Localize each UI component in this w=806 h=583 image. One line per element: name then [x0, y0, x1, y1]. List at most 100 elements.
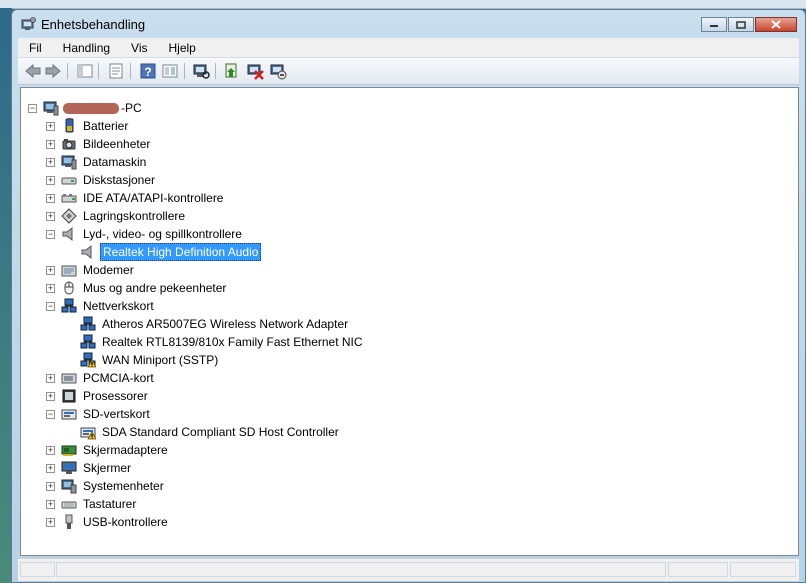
uninstall-device-icon[interactable] [269, 62, 287, 80]
tree-category[interactable]: SD-vertskort [61, 405, 152, 423]
tree-category-label: Mus og andre pekeenheter [83, 281, 227, 295]
tree-category[interactable]: Tastaturer [61, 495, 138, 513]
expand-toggle[interactable]: + [46, 392, 55, 401]
window-title: Enhetsbehandling [41, 17, 146, 32]
expand-toggle[interactable]: + [46, 122, 55, 131]
expand-toggle[interactable]: + [46, 158, 55, 167]
expand-toggle[interactable]: + [46, 500, 55, 509]
network-adapter-icon [80, 316, 96, 331]
status-cell [20, 562, 55, 577]
expand-toggle[interactable]: + [46, 446, 55, 455]
usb-icon [65, 514, 73, 529]
tree-category-label: Skjermadaptere [83, 443, 168, 457]
expand-toggle[interactable]: + [46, 212, 55, 221]
pcmcia-icon [61, 373, 77, 384]
status-bar [18, 558, 799, 581]
toolbar-separator [184, 63, 185, 79]
status-cell [56, 562, 666, 577]
maximize-button[interactable] [728, 17, 754, 32]
svg-text:?: ? [144, 65, 151, 79]
battery-icon [65, 118, 74, 133]
menu-help[interactable]: Hjelp [158, 41, 206, 55]
close-button[interactable] [755, 17, 797, 32]
minimize-icon [710, 24, 718, 27]
collapse-toggle[interactable]: − [46, 302, 55, 311]
minimize-button[interactable] [701, 17, 727, 32]
tree-category-label: Nettverkskort [83, 299, 154, 313]
tree-category[interactable]: Mus og andre pekeenheter [61, 279, 228, 297]
system-device-icon [61, 479, 77, 494]
scan-hardware-icon[interactable] [192, 62, 210, 80]
selected-device-label: Realtek High Definition Audio [100, 243, 262, 261]
expand-toggle[interactable]: + [46, 482, 55, 491]
tree-category-label: Batterier [83, 119, 129, 133]
display-adapter-icon [61, 445, 77, 456]
tree-category[interactable]: PCMCIA-kort [61, 369, 156, 387]
tree-device[interactable]: Realtek RTL8139/810x Family Fast Etherne… [80, 333, 365, 351]
toolbar: ? [18, 58, 799, 85]
expand-toggle[interactable]: + [46, 518, 55, 527]
tree-category[interactable]: Lyd-, video- og spillkontrollere [61, 225, 244, 243]
tree-device-label: Atheros AR5007EG Wireless Network Adapte… [102, 317, 349, 331]
tree-category-label: Systemenheter [83, 479, 164, 493]
tree-category[interactable]: USB-kontrollere [61, 513, 170, 531]
network-adapter-icon [61, 298, 77, 313]
status-cell [668, 562, 728, 577]
tree-device[interactable]: Realtek High Definition Audio [80, 243, 262, 261]
menu-action[interactable]: Handling [52, 41, 120, 55]
update-driver-icon[interactable] [223, 62, 241, 80]
tree-category[interactable]: Skjermadaptere [61, 441, 170, 459]
tree-device[interactable]: WAN Miniport (SSTP) [80, 351, 220, 369]
speaker-icon [62, 226, 73, 242]
menu-view[interactable]: Vis [120, 41, 157, 55]
expand-toggle[interactable]: + [46, 176, 55, 185]
collapse-toggle[interactable]: − [28, 104, 37, 113]
tree-category[interactable]: Nettverkskort [61, 297, 156, 315]
menu-bar: Fil Handling Vis Hjelp [18, 38, 799, 58]
expand-toggle[interactable]: + [46, 284, 55, 293]
close-icon [771, 20, 781, 29]
device-manager-icon [21, 17, 36, 30]
tree-category[interactable]: Modemer [61, 261, 136, 279]
tree-device[interactable]: SDA Standard Compliant SD Host Controlle… [80, 423, 341, 441]
tree-category[interactable]: Diskstasjoner [61, 171, 157, 189]
expand-toggle[interactable]: + [46, 140, 55, 149]
toolbar-separator [130, 63, 131, 79]
expand-toggle[interactable]: + [46, 374, 55, 383]
forward-icon[interactable] [44, 62, 62, 80]
tree-category[interactable]: Systemenheter [61, 477, 166, 495]
tree-category[interactable]: Batterier [61, 117, 130, 135]
expand-toggle[interactable]: + [46, 464, 55, 473]
tree-category[interactable]: Prosessorer [61, 387, 150, 405]
network-adapter-icon [80, 334, 96, 349]
properties-icon[interactable] [107, 62, 125, 80]
back-icon[interactable] [24, 62, 42, 80]
tree-root-label: -PC [121, 101, 142, 115]
disable-device-icon[interactable] [246, 62, 264, 80]
expand-toggle[interactable]: + [46, 194, 55, 203]
tree-category-label: PCMCIA-kort [83, 371, 154, 385]
collapse-toggle[interactable]: − [46, 230, 55, 239]
tree-device[interactable]: Atheros AR5007EG Wireless Network Adapte… [80, 315, 350, 333]
device-tree[interactable]: − -PC + Batterier + Bildeenheter + Datamaskin + D… [20, 87, 799, 556]
tree-category[interactable]: IDE ATA/ATAPI-kontrollere [61, 189, 225, 207]
tree-category-label: SD-vertskort [83, 407, 150, 421]
sd-host-icon [80, 427, 96, 440]
expand-toggle[interactable]: + [46, 266, 55, 275]
tree-category[interactable]: Bildeenheter [61, 135, 152, 153]
tree-category-label: Datamaskin [83, 155, 147, 169]
console-tree-icon[interactable] [76, 62, 94, 80]
tree-category[interactable]: Lagringskontrollere [61, 207, 187, 225]
network-adapter-icon [80, 352, 96, 368]
menu-file[interactable]: Fil [18, 41, 52, 55]
tree-category[interactable]: Skjermer [61, 459, 133, 477]
tree-category-label: Prosessorer [83, 389, 148, 403]
view-icon[interactable] [161, 62, 179, 80]
tree-category[interactable]: Datamaskin [61, 153, 148, 171]
window-controls [701, 17, 797, 34]
title-bar[interactable]: Enhetsbehandling [12, 10, 805, 38]
help-icon[interactable]: ? [139, 62, 157, 80]
tree-root-computer[interactable]: -PC [43, 99, 144, 117]
speaker-icon [81, 244, 92, 260]
collapse-toggle[interactable]: − [46, 410, 55, 419]
